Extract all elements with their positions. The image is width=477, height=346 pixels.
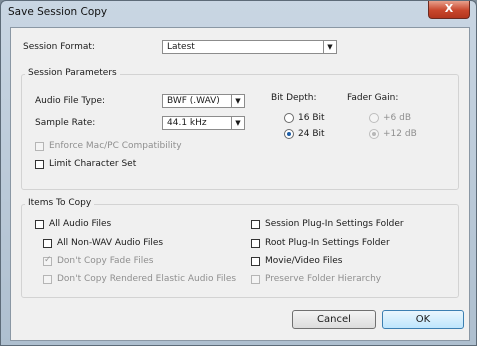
all-non-wav-label: All Non-WAV Audio Files xyxy=(57,238,164,248)
bit-depth-24-radio[interactable] xyxy=(284,129,294,139)
sample-rate-select[interactable]: 44.1 kHz ▼ xyxy=(162,116,245,130)
limit-character-set-checkbox[interactable] xyxy=(35,160,44,169)
chevron-down-icon: ▼ xyxy=(323,41,336,53)
dont-copy-elastic-label: Don't Copy Rendered Elastic Audio Files xyxy=(57,274,237,284)
cancel-button[interactable]: Cancel xyxy=(292,310,376,329)
ok-button[interactable]: OK xyxy=(382,310,464,329)
preserve-folder-hierarchy-label: Preserve Folder Hierarchy xyxy=(265,274,382,284)
audio-file-type-select[interactable]: BWF (.WAV) ▼ xyxy=(162,94,245,108)
session-format-label: Session Format: xyxy=(23,42,95,52)
window-title: Save Session Copy xyxy=(8,6,108,18)
chevron-down-icon: ▼ xyxy=(231,95,244,107)
session-plugin-settings-label: Session Plug-In Settings Folder xyxy=(265,219,404,229)
bit-depth-24-label: 24 Bit xyxy=(298,129,325,139)
bit-depth-16-label: 16 Bit xyxy=(298,113,325,123)
all-audio-files-checkbox[interactable] xyxy=(35,220,44,229)
close-button[interactable]: X xyxy=(428,1,470,19)
title-bar[interactable]: Save Session Copy X xyxy=(1,1,476,25)
audio-file-type-value: BWF (.WAV) xyxy=(167,96,220,106)
enforce-compatibility-label: Enforce Mac/PC Compatibility xyxy=(49,141,182,151)
dialog-body: Session Format: Latest ▼ Session Paramet… xyxy=(10,27,470,341)
sample-rate-value: 44.1 kHz xyxy=(167,118,207,128)
fader-gain-plus6-label: +6 dB xyxy=(383,113,412,123)
root-plugin-settings-checkbox[interactable] xyxy=(251,239,260,248)
bit-depth-label: Bit Depth: xyxy=(271,93,317,103)
enforce-compatibility-checkbox[interactable] xyxy=(35,142,44,151)
movie-video-files-checkbox[interactable] xyxy=(251,257,260,266)
session-parameters-title: Session Parameters xyxy=(25,68,120,78)
fader-gain-plus12-radio[interactable] xyxy=(369,129,379,139)
session-plugin-settings-checkbox[interactable] xyxy=(251,220,260,229)
radio-selected-dot xyxy=(372,132,376,136)
movie-video-files-label: Movie/Video Files xyxy=(265,256,343,266)
fader-gain-plus12-label: +12 dB xyxy=(383,129,417,139)
dont-copy-elastic-checkbox[interactable] xyxy=(43,275,52,284)
save-session-copy-dialog: Save Session Copy X Session Format: Late… xyxy=(0,0,477,346)
bit-depth-16-radio[interactable] xyxy=(284,113,294,123)
session-format-value: Latest xyxy=(167,42,195,52)
session-format-select[interactable]: Latest ▼ xyxy=(162,40,337,54)
fader-gain-label: Fader Gain: xyxy=(347,93,399,103)
all-audio-files-label: All Audio Files xyxy=(49,219,112,229)
dont-copy-fade-label: Don't Copy Fade Files xyxy=(57,256,154,266)
audio-file-type-label: Audio File Type: xyxy=(35,96,106,106)
checkmark-icon: ✓ xyxy=(44,255,52,265)
fader-gain-plus6-radio[interactable] xyxy=(369,113,379,123)
root-plugin-settings-label: Root Plug-In Settings Folder xyxy=(265,238,390,248)
all-non-wav-checkbox[interactable] xyxy=(43,239,52,248)
chevron-down-icon: ▼ xyxy=(231,117,244,129)
sample-rate-label: Sample Rate: xyxy=(35,118,96,128)
items-to-copy-title: Items To Copy xyxy=(25,198,95,208)
radio-selected-dot xyxy=(287,132,291,136)
limit-character-set-label: Limit Character Set xyxy=(49,159,137,169)
preserve-folder-hierarchy-checkbox[interactable] xyxy=(251,275,260,284)
dont-copy-fade-checkbox[interactable]: ✓ xyxy=(43,255,52,266)
close-icon: X xyxy=(444,2,454,15)
